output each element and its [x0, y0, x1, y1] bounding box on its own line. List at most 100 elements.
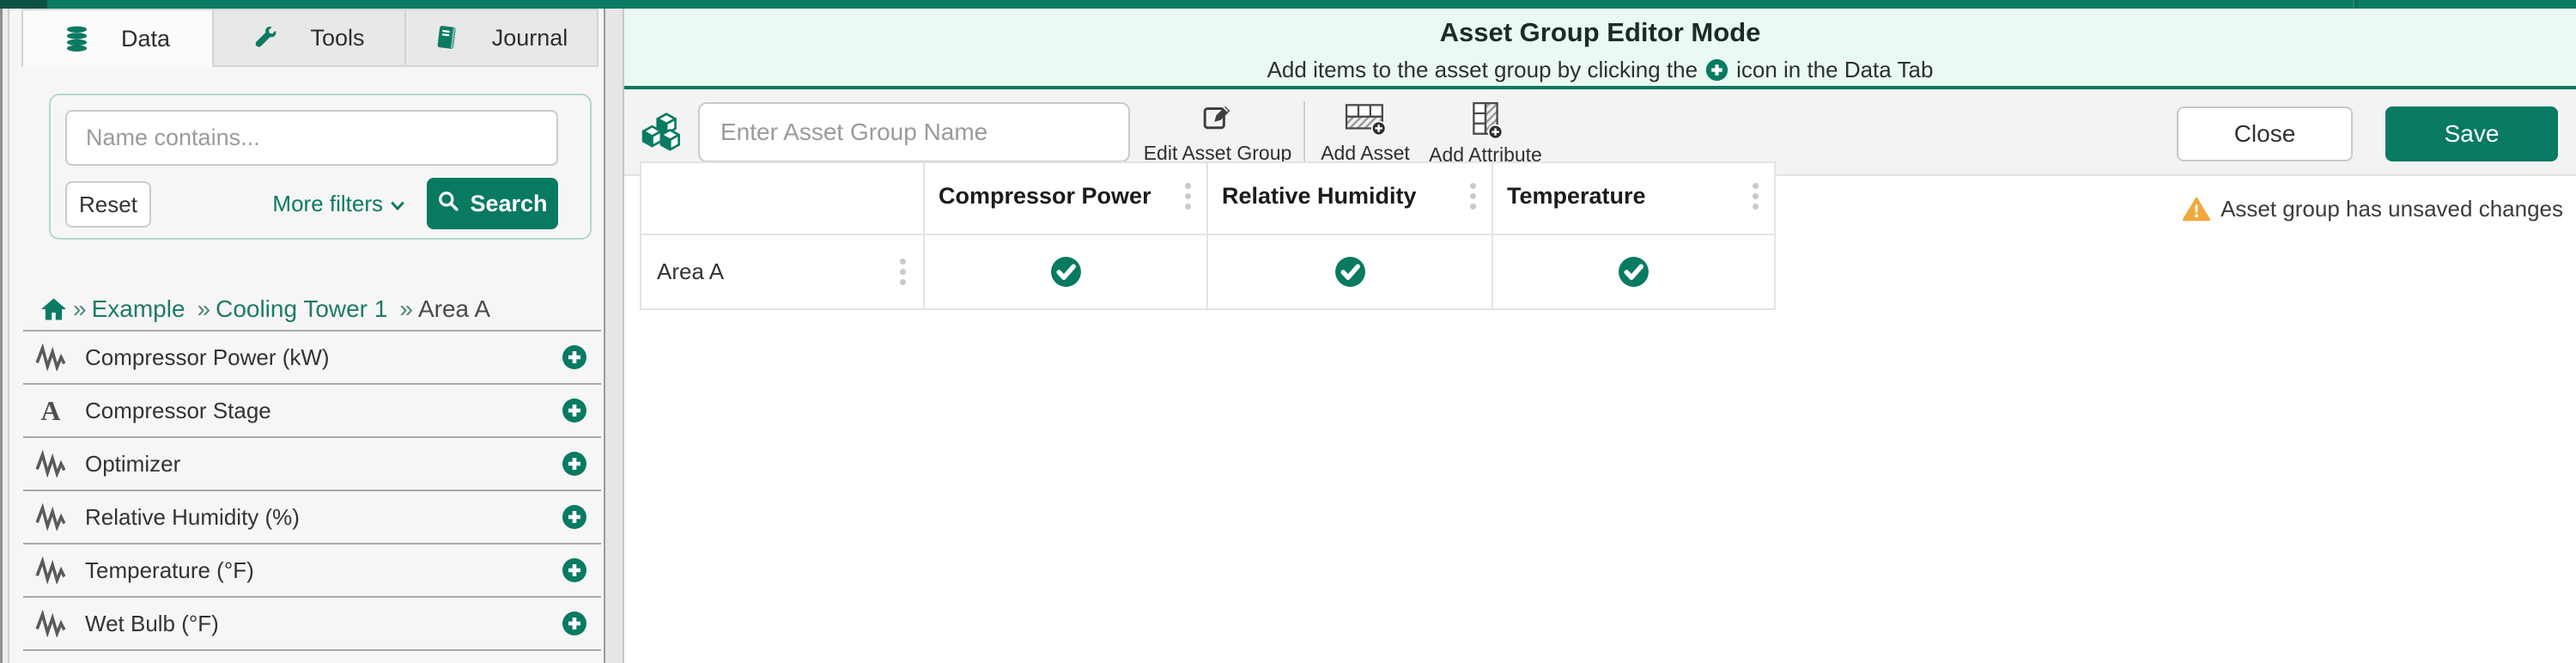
data-item-list: Compressor Power (kW) A Compressor Stage [23, 330, 601, 651]
tab-label: Data [121, 26, 170, 52]
home-icon[interactable] [39, 296, 68, 322]
column-menu-icon[interactable] [1465, 178, 1481, 215]
more-filters-link[interactable]: More filters [272, 191, 405, 217]
signal-icon [32, 557, 70, 584]
breadcrumb: » Example » Cooling Tower 1 » Area A [39, 292, 490, 326]
list-item[interactable]: Wet Bulb (°F) [23, 598, 601, 651]
breadcrumb-item-example[interactable]: Example [92, 295, 185, 323]
table-header-cell: Compressor Power [925, 163, 1208, 235]
check-circle-icon [1334, 256, 1366, 288]
check-circle-icon [1618, 256, 1649, 288]
sidebar-tabbar: Data Tools [21, 9, 598, 67]
asset-group-icon [641, 112, 687, 159]
list-item-label: Optimizer [85, 451, 562, 477]
signal-icon [32, 503, 70, 531]
subtitle-text-after: icon in the Data Tab [1736, 57, 1933, 83]
search-panel: Reset More filters Search [49, 94, 592, 240]
subtitle-text-before: Add items to the asset group by clicking… [1267, 57, 1698, 83]
search-button[interactable]: Search [427, 178, 558, 229]
tab-journal[interactable]: Journal [406, 9, 598, 67]
sidebar: Data Tools [0, 9, 604, 663]
signal-icon [32, 450, 70, 477]
column-label: Temperature [1507, 183, 1646, 210]
tab-data[interactable]: Data [21, 9, 214, 67]
plus-circle-icon [562, 451, 587, 477]
add-to-group-button[interactable] [562, 451, 587, 477]
row-menu-icon[interactable] [895, 253, 911, 290]
list-item-label: Temperature (°F) [85, 557, 562, 584]
name-contains-input[interactable] [65, 110, 558, 166]
more-filters-label: More filters [272, 191, 383, 217]
sidebar-scrollbar[interactable] [0, 9, 9, 663]
table-header-cell: Relative Humidity [1208, 163, 1493, 235]
breadcrumb-item-cooling-tower-1[interactable]: Cooling Tower 1 [216, 295, 387, 323]
reset-button[interactable]: Reset [65, 181, 151, 228]
signal-icon [32, 610, 70, 637]
warning-text: Asset group has unsaved changes [2221, 196, 2563, 222]
tab-label: Journal [492, 25, 568, 52]
edit-asset-group-button[interactable]: Edit Asset Group [1132, 101, 1303, 165]
add-to-group-button[interactable] [562, 344, 587, 370]
list-item-label: Compressor Power (kW) [85, 344, 562, 371]
warning-icon [2183, 197, 2210, 222]
add-to-group-button[interactable] [562, 557, 587, 583]
attribute-check-cell[interactable] [925, 235, 1208, 310]
add-attribute-button[interactable]: Add Attribute [1413, 101, 1558, 165]
plus-circle-icon [562, 344, 587, 370]
check-circle-icon [1050, 256, 1082, 288]
column-label: Relative Humidity [1222, 183, 1417, 210]
add-to-group-button[interactable] [562, 611, 587, 636]
signal-icon [32, 344, 70, 371]
page-title: Asset Group Editor Mode [1440, 17, 1761, 48]
edit-icon [1202, 101, 1233, 137]
attribute-check-cell[interactable] [1493, 235, 1776, 310]
string-signal-icon: A [32, 397, 70, 424]
list-item[interactable]: Relative Humidity (%) [23, 491, 601, 544]
app-window: Data Tools [0, 0, 2576, 663]
plus-circle-icon [562, 611, 587, 636]
asset-group-name-input[interactable] [698, 102, 1130, 162]
add-to-group-button[interactable] [562, 398, 587, 423]
row-name: Area A [657, 259, 724, 285]
column-menu-icon[interactable] [1747, 178, 1764, 215]
breadcrumb-separator: » [399, 295, 413, 323]
panel-resize-divider[interactable] [604, 9, 624, 663]
unsaved-changes-warning: Asset group has unsaved changes [2183, 196, 2563, 222]
table-header-cell [641, 163, 925, 235]
add-asset-button[interactable]: Add Asset [1305, 101, 1425, 165]
editor-header: Asset Group Editor Mode Add items to the… [624, 9, 2576, 89]
list-item[interactable]: Temperature (°F) [23, 544, 601, 598]
add-asset-icon [1345, 101, 1386, 142]
breadcrumb-separator: » [73, 295, 87, 323]
search-icon [437, 190, 459, 218]
add-attribute-icon [1467, 101, 1504, 143]
top-bar-divider [2353, 0, 2358, 9]
plus-circle-icon [1705, 58, 1728, 82]
plus-circle-icon [562, 398, 587, 423]
table-header-cell: Temperature [1493, 163, 1776, 235]
list-item-label: Wet Bulb (°F) [85, 611, 562, 637]
breadcrumb-item-area-a: Area A [418, 295, 490, 323]
wrench-icon [253, 26, 277, 50]
asset-group-editor-panel: Asset Group Editor Mode Add items to the… [624, 9, 2576, 663]
table-row: Area A [641, 235, 1776, 310]
table-header-row: Compressor Power Relative Humidity Tempe… [641, 163, 1776, 235]
tab-tools[interactable]: Tools [214, 9, 406, 67]
chevron-down-icon [390, 191, 405, 217]
search-button-label: Search [470, 191, 547, 217]
column-label: Compressor Power [939, 183, 1151, 210]
add-to-group-button[interactable] [562, 504, 587, 530]
close-button[interactable]: Close [2177, 106, 2353, 161]
list-item-label: Relative Humidity (%) [85, 504, 562, 531]
list-item[interactable]: Optimizer [23, 438, 601, 491]
save-button[interactable]: Save [2385, 106, 2558, 161]
database-icon [65, 26, 88, 52]
column-menu-icon[interactable] [1180, 178, 1196, 215]
top-bar-corner [0, 0, 47, 9]
plus-circle-icon [562, 504, 587, 530]
page-subtitle: Add items to the asset group by clicking… [1267, 57, 1934, 83]
attribute-check-cell[interactable] [1208, 235, 1493, 310]
list-item[interactable]: Compressor Power (kW) [23, 332, 601, 385]
list-item[interactable]: A Compressor Stage [23, 385, 601, 438]
row-name-cell: Area A [641, 235, 925, 310]
